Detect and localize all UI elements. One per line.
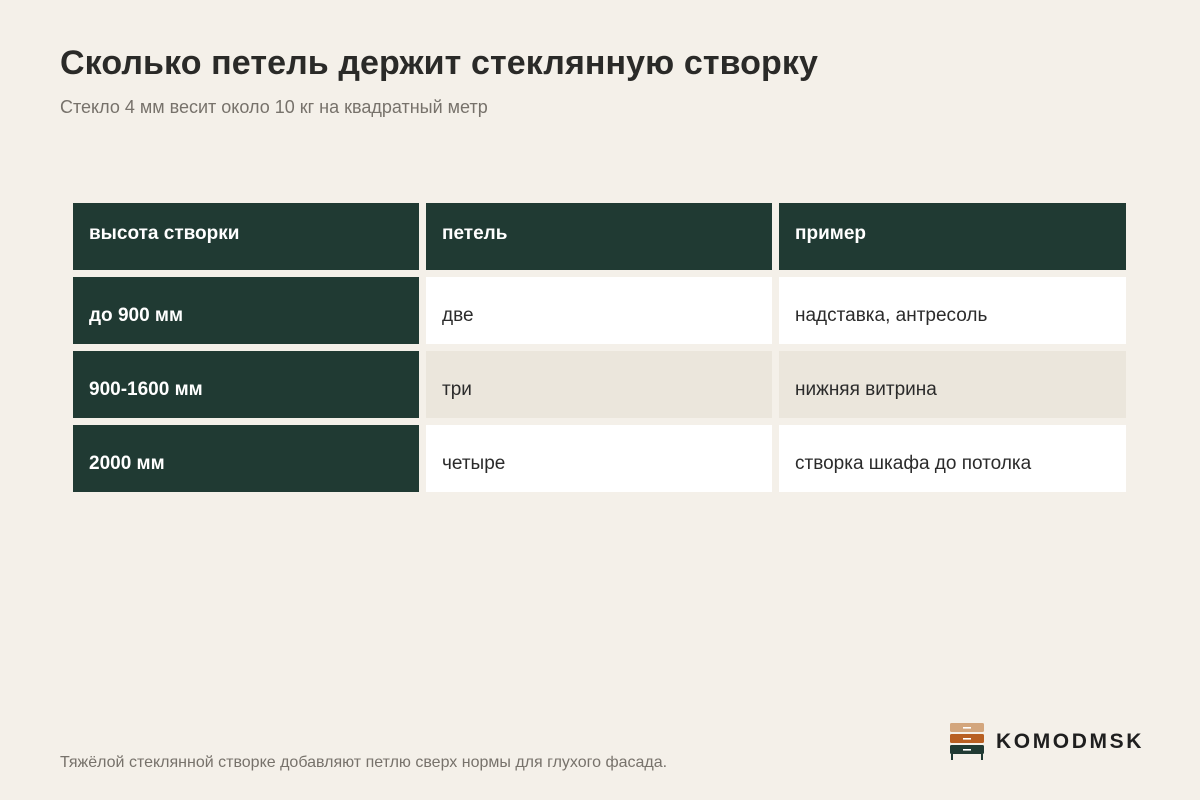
page-subtitle: Стекло 4 мм весит около 10 кг на квадрат… [60, 97, 488, 117]
table-row: 900-1600 мм три нижняя витрина [73, 351, 1126, 418]
cell-height: 900-1600 мм [73, 351, 419, 418]
brand-name: KOMODMSK [996, 730, 1144, 753]
cell-example: надставка, антресоль [779, 277, 1126, 344]
cell-example: створка шкафа до потолка [779, 425, 1126, 492]
column-header-example: пример [779, 203, 1126, 270]
cell-height: 2000 мм [73, 425, 419, 492]
table-row: 2000 мм четыре створка шкафа до потолка [73, 425, 1126, 492]
table-header-row: высота створки петель пример [73, 203, 1126, 270]
brand-logo: KOMODMSK [948, 722, 1144, 762]
footnote: Тяжёлой стеклянной створке добавляют пет… [60, 754, 668, 771]
column-header-hinges: петель [426, 203, 772, 270]
cell-hinges: четыре [426, 425, 772, 492]
table-row: до 900 мм две надставка, антресоль [73, 277, 1126, 344]
column-header-height: высота створки [73, 203, 419, 270]
hinges-table: высота створки петель пример до 900 мм д… [66, 196, 1133, 499]
cell-example: нижняя витрина [779, 351, 1126, 418]
dresser-icon [950, 723, 984, 760]
page-title: Сколько петель держит стеклянную створку [60, 44, 819, 82]
cell-height: до 900 мм [73, 277, 419, 344]
cell-hinges: две [426, 277, 772, 344]
cell-hinges: три [426, 351, 772, 418]
